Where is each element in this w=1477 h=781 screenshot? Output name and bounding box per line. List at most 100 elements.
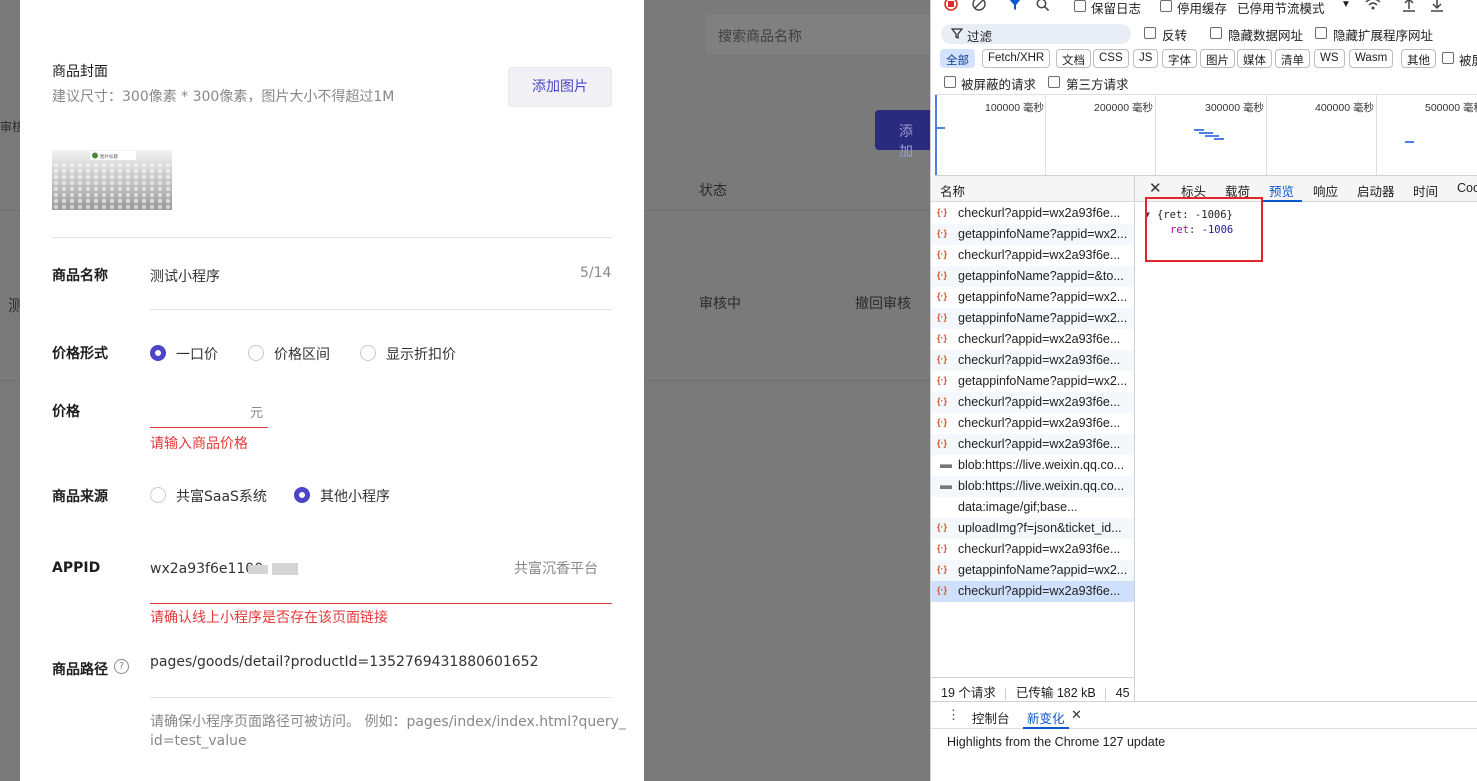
hide-data-urls-checkbox[interactable] xyxy=(1210,27,1222,39)
path-input[interactable]: pages/goods/detail?productId=13527694318… xyxy=(150,654,539,670)
request-row[interactable]: {·} getappinfoName?appid=wx2... xyxy=(931,287,1134,308)
export-har-icon[interactable] xyxy=(1430,0,1444,13)
tab-initiator[interactable]: 启动器 xyxy=(1357,181,1395,200)
chip-manifest[interactable]: 清单 xyxy=(1275,49,1310,68)
add-image-button[interactable]: 添加图片 xyxy=(508,67,612,107)
tab-whats-new[interactable]: 新变化 xyxy=(1027,708,1065,727)
request-row[interactable]: data:image/gif;base... xyxy=(931,497,1134,518)
help-icon[interactable]: ? xyxy=(114,659,129,674)
request-row[interactable]: ▬ blob:https://live.weixin.qq.co... xyxy=(931,476,1134,497)
request-row[interactable]: {·} getappinfoName?appid=&to... xyxy=(931,266,1134,287)
chip-js[interactable]: JS xyxy=(1133,49,1159,68)
close-drawer-tab-icon[interactable]: ✕ xyxy=(1071,707,1082,723)
third-party-checkbox[interactable] xyxy=(1048,76,1060,88)
disable-cache-label[interactable]: 停用缓存 xyxy=(1177,0,1227,17)
cover-hint: 建议尺寸：300像素 * 300像素，图片大小不得超过1M xyxy=(52,89,395,105)
preserve-log-checkbox[interactable] xyxy=(1074,0,1086,12)
request-row[interactable]: {·} checkurl?appid=wx2a93f6e... xyxy=(931,392,1134,413)
request-row[interactable]: ▬ blob:https://live.weixin.qq.co... xyxy=(931,455,1134,476)
request-row[interactable]: {·} checkurl?appid=wx2a93f6e... xyxy=(931,329,1134,350)
tab-console[interactable]: 控制台 xyxy=(972,708,1010,727)
chip-all[interactable]: 全部 xyxy=(940,49,975,68)
chip-fetch-xhr[interactable]: Fetch/XHR xyxy=(982,49,1051,68)
request-row[interactable]: {·} checkurl?appid=wx2a93f6e... xyxy=(931,434,1134,455)
request-row[interactable]: {·} checkurl?appid=wx2a93f6e... xyxy=(931,581,1134,602)
request-row[interactable]: {·} uploadImg?f=json&ticket_id... xyxy=(931,518,1134,539)
chip-document[interactable]: 文档 xyxy=(1056,49,1091,68)
name-input[interactable]: 测试小程序 xyxy=(150,266,220,286)
tab-response[interactable]: 响应 xyxy=(1313,181,1338,200)
search-icon[interactable] xyxy=(1036,0,1050,12)
chip-font[interactable]: 字体 xyxy=(1162,49,1197,68)
request-row[interactable]: {·} checkurl?appid=wx2a93f6e... xyxy=(931,203,1134,224)
disable-cache-checkbox[interactable] xyxy=(1160,0,1172,12)
xhr-icon: {·} xyxy=(937,207,948,217)
name-column-header[interactable]: 名称 xyxy=(931,176,1135,202)
request-row[interactable]: {·} checkurl?appid=wx2a93f6e... xyxy=(931,245,1134,266)
filter-funnel-icon[interactable] xyxy=(1008,0,1022,12)
cover-label: 商品封面 xyxy=(52,64,108,80)
invert-label[interactable]: 反转 xyxy=(1162,25,1187,44)
request-row[interactable]: {·} getappinfoName?appid=wx2... xyxy=(931,371,1134,392)
invert-checkbox[interactable] xyxy=(1144,27,1156,39)
chip-image[interactable]: 图片 xyxy=(1200,49,1235,68)
radio-price-range[interactable] xyxy=(248,345,264,361)
preserve-log-label[interactable]: 保留日志 xyxy=(1091,0,1141,17)
timeline-overview[interactable]: 100000 毫秒 200000 毫秒 300000 毫秒 400000 毫秒 … xyxy=(935,94,1477,176)
tab-cookies[interactable]: Coo xyxy=(1457,181,1477,195)
whats-new-text[interactable]: Highlights from the Chrome 127 update xyxy=(947,735,1165,749)
radio-saas-system-label[interactable]: 共富SaaS系统 xyxy=(176,486,267,506)
tab-timing[interactable]: 时间 xyxy=(1413,181,1438,200)
chip-other[interactable]: 其他 xyxy=(1401,49,1436,68)
radio-other-miniprogram-label[interactable]: 其他小程序 xyxy=(320,486,390,506)
blocked-requests-checkbox[interactable] xyxy=(944,76,956,88)
request-name: getappinfoName?appid=wx2... xyxy=(958,311,1128,325)
request-row[interactable]: {·} getappinfoName?appid=wx2... xyxy=(931,308,1134,329)
radio-saas-system[interactable] xyxy=(150,487,166,503)
throttle-select[interactable]: 已停用节流模式 xyxy=(1237,0,1325,17)
radio-other-miniprogram[interactable] xyxy=(294,487,310,503)
whats-new-panel: Highlights from the Chrome 127 update xyxy=(931,730,1477,781)
hide-extension-urls-label[interactable]: 隐藏扩展程序网址 xyxy=(1333,25,1433,44)
radio-price-range-label[interactable]: 价格区间 xyxy=(274,344,330,364)
blocked-cookies-label[interactable]: 被屏 xyxy=(1459,50,1477,69)
clear-icon[interactable] xyxy=(972,0,988,12)
request-row[interactable]: {·} checkurl?appid=wx2a93f6e... xyxy=(931,350,1134,371)
chip-ws[interactable]: WS xyxy=(1314,49,1345,68)
chip-css[interactable]: CSS xyxy=(1093,49,1129,68)
timeline-gridline xyxy=(1045,95,1046,175)
blocked-cookies-checkbox[interactable] xyxy=(1442,52,1454,64)
request-row[interactable]: {·} getappinfoName?appid=wx2... xyxy=(931,224,1134,245)
radio-fixed-price[interactable] xyxy=(150,345,166,361)
record-stop-icon[interactable] xyxy=(944,0,960,12)
xhr-icon: {·} xyxy=(937,228,948,238)
timeline-gridline xyxy=(1376,95,1377,175)
path-label: 商品路径 xyxy=(52,662,108,678)
request-row[interactable]: {·} checkurl?appid=wx2a93f6e... xyxy=(931,413,1134,434)
request-row[interactable]: {·} checkurl?appid=wx2a93f6e... xyxy=(931,539,1134,560)
background-column-status: 状态 xyxy=(699,183,727,199)
radio-fixed-price-label[interactable]: 一口价 xyxy=(176,344,218,364)
network-conditions-icon[interactable] xyxy=(1364,0,1382,12)
radio-discount-price-label[interactable]: 显示折扣价 xyxy=(386,344,456,364)
network-toolbar: 保留日志 停用缓存 已停用节流模式 ▼ xyxy=(931,0,1477,16)
hide-extension-urls-checkbox[interactable] xyxy=(1315,27,1327,39)
request-count: 19 个请求 xyxy=(941,686,996,700)
close-icon[interactable]: ✕ xyxy=(1149,179,1162,197)
tab-preview[interactable]: 预览 xyxy=(1269,181,1294,200)
third-party-label[interactable]: 第三方请求 xyxy=(1066,74,1129,93)
appid-input[interactable]: wx2a93f6e1100 xyxy=(150,561,263,577)
more-menu-icon[interactable]: ⋮ xyxy=(947,707,960,723)
chevron-down-icon[interactable]: ▼ xyxy=(1341,0,1351,10)
radio-discount-price[interactable] xyxy=(360,345,376,361)
blocked-requests-label[interactable]: 被屏蔽的请求 xyxy=(961,74,1036,93)
cover-thumbnail[interactable]: 图片标题 xyxy=(52,150,172,210)
timeline-label: 100000 毫秒 xyxy=(985,102,1044,114)
import-har-icon[interactable] xyxy=(1402,0,1416,13)
chip-wasm[interactable]: Wasm xyxy=(1349,49,1394,68)
add-product-modal: 商品封面 建议尺寸：300像素 * 300像素，图片大小不得超过1M 添加图片 xyxy=(20,0,644,781)
chip-media[interactable]: 媒体 xyxy=(1237,49,1272,68)
hide-data-urls-label[interactable]: 隐藏数据网址 xyxy=(1228,25,1303,44)
request-row[interactable]: {·} getappinfoName?appid=wx2... xyxy=(931,560,1134,581)
filter-input[interactable]: 过滤 xyxy=(941,24,1131,44)
